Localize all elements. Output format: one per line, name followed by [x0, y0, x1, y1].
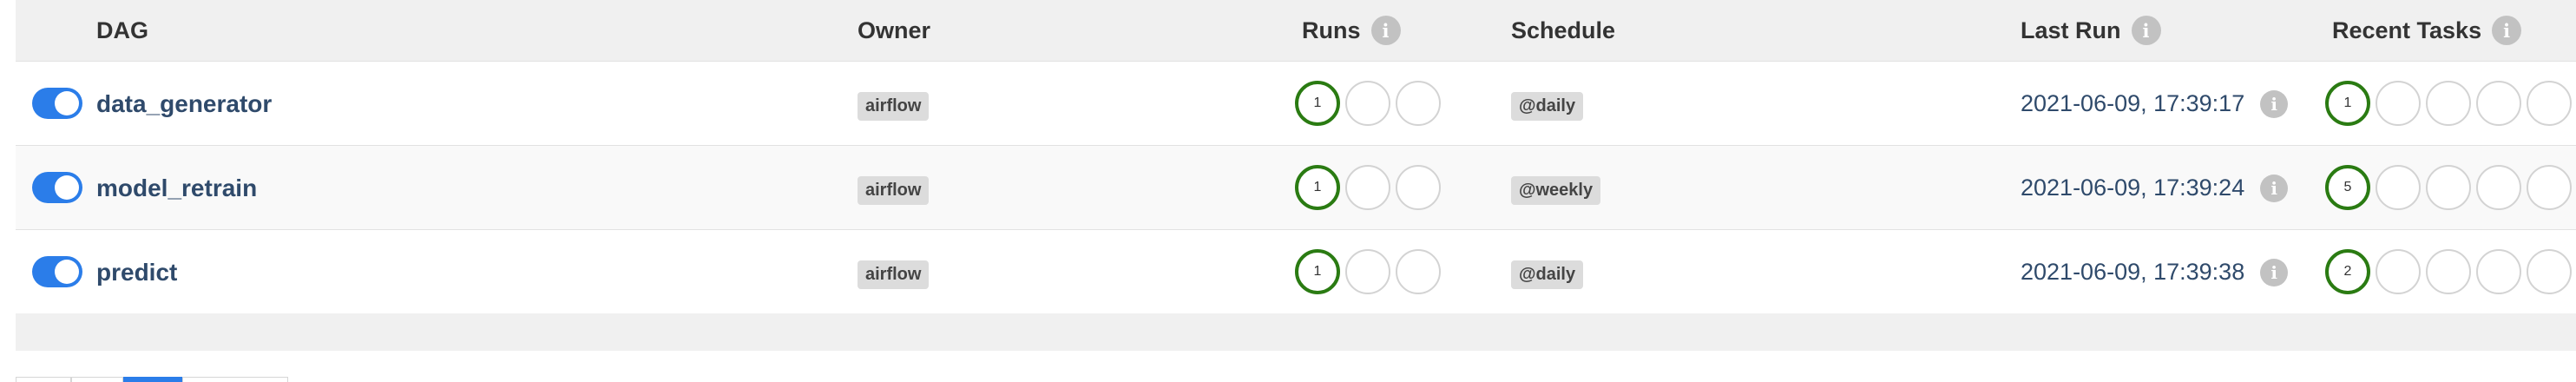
runs-info-icon[interactable]: i [1370, 16, 1401, 45]
pagination-first-button[interactable] [16, 377, 71, 382]
column-header-last-run-label: Last Run [2021, 16, 2121, 43]
pagination-prev-button[interactable] [71, 377, 123, 382]
dag-pause-toggle[interactable] [32, 88, 82, 119]
column-header-dag[interactable]: DAG [96, 0, 148, 61]
column-header-runs-label: Runs [1302, 16, 1361, 43]
task-status-circle[interactable] [2476, 249, 2521, 294]
dag-table: DAG Owner Runs i Schedule Last Run i Rec… [16, 0, 2576, 351]
task-status-circle[interactable] [2376, 165, 2421, 210]
task-status-circle[interactable] [2426, 249, 2471, 294]
table-row: model_retrain airflow 1 @weekly 2021-06-… [16, 145, 2576, 229]
task-status-circle[interactable] [2527, 81, 2572, 126]
dag-link[interactable]: model_retrain [96, 146, 257, 230]
task-status-success[interactable]: 5 [2325, 165, 2370, 210]
last-run-details-icon[interactable]: i [2260, 258, 2289, 286]
owner-badge[interactable]: airflow [858, 260, 930, 289]
owner-badge[interactable]: airflow [858, 92, 930, 121]
task-status-success[interactable]: 1 [2325, 81, 2370, 126]
column-header-dag-label: DAG [96, 16, 148, 43]
run-status-running[interactable] [1345, 81, 1390, 126]
task-status-circle[interactable] [2376, 81, 2421, 126]
column-header-last-run: Last Run i [2021, 0, 2161, 61]
schedule-badge[interactable]: @daily [1511, 260, 1584, 289]
toggle-knob [55, 175, 79, 200]
pagination-next-button[interactable] [182, 377, 288, 382]
last-run-link[interactable]: 2021-06-09, 17:39:24 [2021, 175, 2244, 201]
table-header: DAG Owner Runs i Schedule Last Run i Rec… [16, 0, 2576, 61]
pagination [0, 377, 288, 382]
column-header-recent-tasks-label: Recent Tasks [2332, 16, 2482, 43]
last-run-info-icon[interactable]: i [2131, 16, 2161, 45]
task-status-circle[interactable] [2527, 249, 2572, 294]
last-run-cell: 2021-06-09, 17:39:38 i [2021, 230, 2289, 314]
toggle-knob [55, 91, 79, 115]
task-status-circle[interactable] [2476, 81, 2521, 126]
dag-pause-toggle[interactable] [32, 172, 82, 203]
run-status-running[interactable] [1345, 249, 1390, 294]
column-header-recent-tasks: Recent Tasks i [2332, 0, 2522, 61]
task-status-circle[interactable] [2426, 81, 2471, 126]
dag-pause-toggle[interactable] [32, 256, 82, 287]
table-footer [16, 314, 2576, 351]
last-run-details-icon[interactable]: i [2260, 174, 2289, 202]
run-status-failed[interactable] [1396, 249, 1441, 294]
toggle-knob [55, 260, 79, 284]
schedule-badge[interactable]: @weekly [1511, 176, 1601, 205]
table-row: data_generator airflow 1 @daily 2021-06-… [16, 61, 2576, 145]
schedule-badge[interactable]: @daily [1511, 92, 1584, 121]
task-status-circle[interactable] [2476, 165, 2521, 210]
run-status-failed[interactable] [1396, 165, 1441, 210]
dag-link[interactable]: data_generator [96, 62, 272, 146]
last-run-link[interactable]: 2021-06-09, 17:39:17 [2021, 90, 2244, 117]
task-status-circle[interactable] [2376, 249, 2421, 294]
column-header-owner[interactable]: Owner [858, 0, 930, 61]
task-status-success[interactable]: 2 [2325, 249, 2370, 294]
column-header-schedule: Schedule [1511, 0, 1615, 61]
run-status-success[interactable]: 1 [1295, 249, 1340, 294]
task-status-circle[interactable] [2527, 165, 2572, 210]
last-run-cell: 2021-06-09, 17:39:24 i [2021, 146, 2289, 230]
last-run-details-icon[interactable]: i [2260, 89, 2289, 118]
run-status-success[interactable]: 1 [1295, 165, 1340, 210]
recent-tasks-info-icon[interactable]: i [2492, 16, 2522, 45]
dag-link[interactable]: predict [96, 230, 177, 314]
run-status-failed[interactable] [1396, 81, 1441, 126]
run-status-success[interactable]: 1 [1295, 81, 1340, 126]
column-header-owner-label: Owner [858, 16, 931, 43]
table-row: predict airflow 1 @daily 2021-06-09, 17:… [16, 229, 2576, 313]
last-run-cell: 2021-06-09, 17:39:17 i [2021, 62, 2289, 146]
column-header-runs: Runs i [1302, 0, 1401, 61]
column-header-schedule-label: Schedule [1511, 16, 1616, 43]
task-status-circle[interactable] [2426, 165, 2471, 210]
pagination-page-1[interactable] [123, 377, 182, 382]
last-run-link[interactable]: 2021-06-09, 17:39:38 [2021, 259, 2244, 286]
owner-badge[interactable]: airflow [858, 176, 930, 205]
run-status-running[interactable] [1345, 165, 1390, 210]
